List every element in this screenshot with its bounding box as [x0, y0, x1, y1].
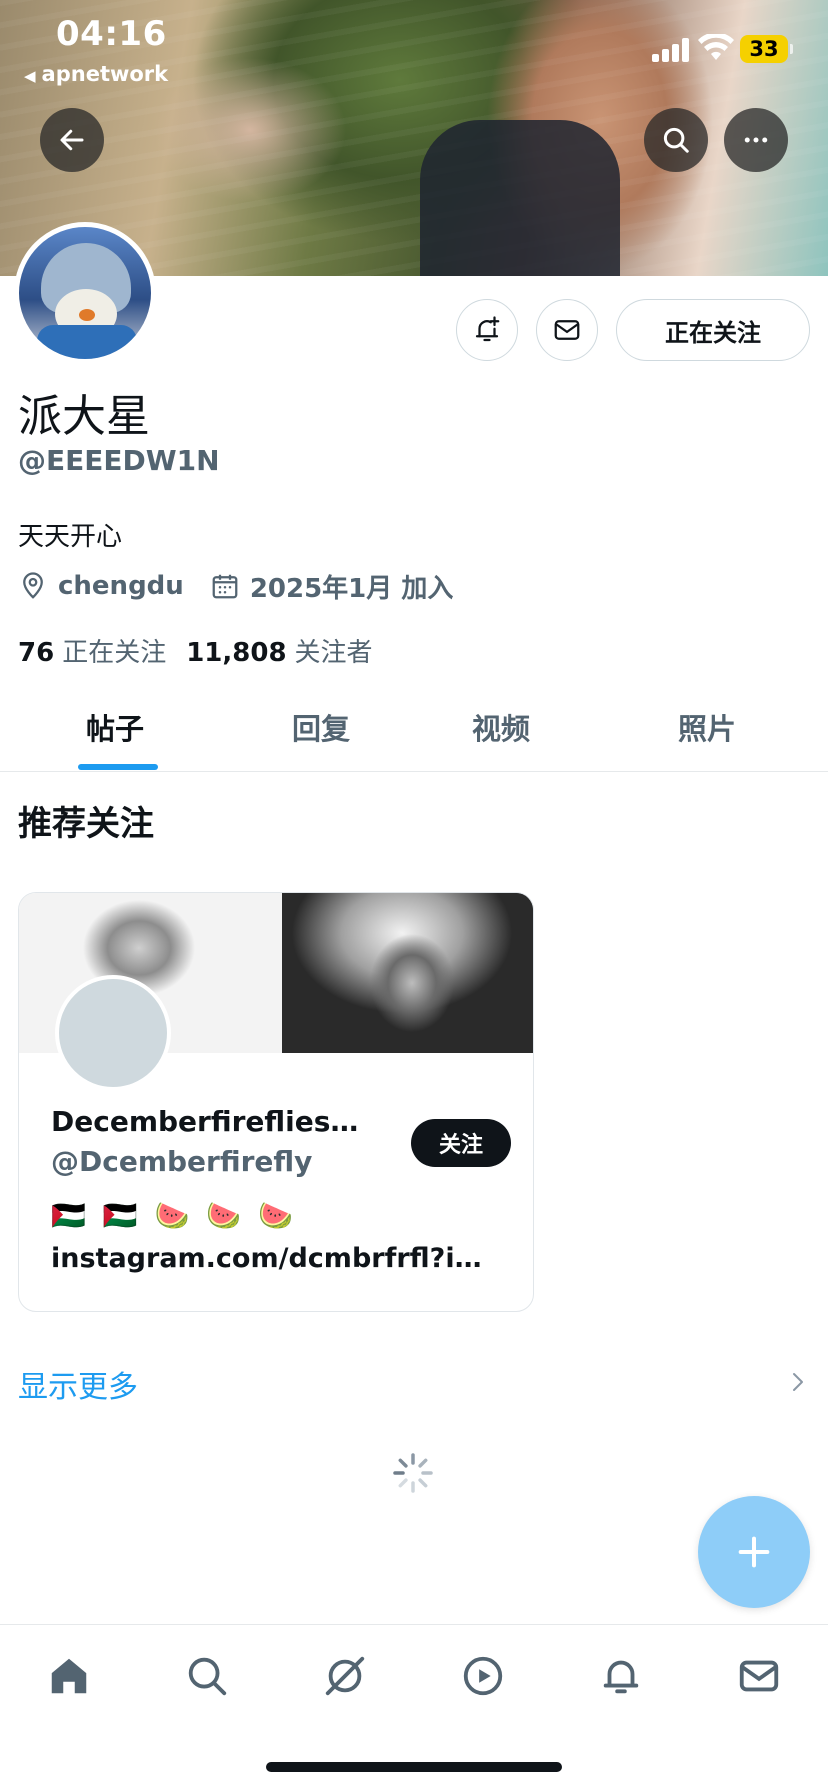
banner-shadow	[420, 120, 620, 276]
wifi-icon	[698, 34, 734, 60]
following-count: 76	[18, 638, 55, 668]
follow-stats: 76 正在关注 11,808 关注者	[18, 632, 393, 669]
arrow-left-icon	[60, 129, 84, 151]
recommend-title: 推荐关注	[18, 804, 154, 844]
back-app-label: apnetwork	[41, 62, 169, 86]
mail-icon	[554, 320, 580, 340]
battery-indicator: 33	[740, 35, 793, 63]
compose-button[interactable]	[698, 1496, 810, 1608]
profile-meta: chengdu 2025年1月 加入	[18, 568, 479, 604]
location-item: chengdu	[18, 571, 184, 601]
followers-stat[interactable]: 11,808 关注者	[186, 632, 372, 669]
suggestion-emoji: 🇵🇸 🇵🇸 🍉 🍉 🍉	[51, 1199, 297, 1232]
suggestion-follow-button[interactable]: 关注	[411, 1119, 511, 1167]
search-icon[interactable]	[184, 1653, 230, 1699]
following-label: 正在关注	[62, 638, 167, 668]
more-button[interactable]	[724, 108, 788, 172]
location-pin-icon	[23, 572, 43, 599]
loading-spinner-icon	[393, 1453, 433, 1493]
followers-count: 11,808	[186, 638, 287, 668]
back-triangle-icon: ◀	[24, 67, 36, 85]
following-stat[interactable]: 76 正在关注	[18, 632, 166, 669]
joined-item: 2025年1月 加入	[210, 568, 454, 605]
profile-tabs: 帖子 回复 视频 照片	[0, 692, 828, 772]
followers-label: 关注者	[294, 638, 373, 668]
suggestion-handle: @Dcemberfirefly	[51, 1145, 313, 1178]
tab-replies[interactable]: 回复	[292, 706, 350, 748]
back-button[interactable]	[40, 108, 104, 172]
avatar-scarf	[37, 325, 137, 359]
suggestion-card[interactable]: Decemberfireflies… @Dcemberfirefly 关注 🇵🇸…	[18, 892, 534, 1312]
suggestion-avatar[interactable]	[55, 975, 171, 1091]
notifications-icon[interactable]	[598, 1653, 644, 1699]
suggestion-link[interactable]: instagram.com/dcmbrfrfl?i…	[51, 1243, 511, 1274]
profile-bio: 天天开心	[18, 522, 123, 552]
grok-icon[interactable]	[322, 1653, 368, 1699]
bottom-nav	[0, 1624, 828, 1724]
show-more-link[interactable]: 显示更多	[18, 1362, 138, 1406]
active-tab-indicator	[78, 764, 158, 770]
tab-posts[interactable]: 帖子	[86, 706, 144, 748]
tab-photos[interactable]: 照片	[678, 706, 736, 748]
home-indicator	[266, 1762, 562, 1772]
home-icon[interactable]	[46, 1653, 92, 1699]
search-icon	[663, 127, 689, 153]
suggestion-name[interactable]: Decemberfireflies…	[51, 1105, 371, 1138]
avatar[interactable]	[14, 222, 156, 364]
location-text: chengdu	[58, 571, 184, 601]
notify-button[interactable]	[456, 299, 518, 361]
chevron-right-icon[interactable]	[786, 1368, 810, 1396]
back-to-app[interactable]: ◀ apnetwork	[24, 62, 168, 86]
tab-videos[interactable]: 视频	[472, 706, 530, 748]
following-button[interactable]: 正在关注	[616, 299, 810, 361]
status-bar: 04:16 ◀ apnetwork 33	[0, 0, 828, 90]
calendar-icon	[212, 574, 238, 599]
messages-icon[interactable]	[736, 1653, 782, 1699]
status-time: 04:16	[56, 14, 167, 54]
signal-icon	[652, 38, 692, 62]
plus-icon	[738, 1536, 770, 1568]
suggestion-banner-right	[282, 893, 533, 1053]
joined-text: 2025年1月 加入	[249, 573, 454, 604]
more-horizontal-icon	[744, 137, 768, 143]
bell-plus-icon	[475, 316, 500, 342]
video-icon[interactable]	[460, 1653, 506, 1699]
profile-name: 派大星	[18, 391, 150, 442]
search-button[interactable]	[644, 108, 708, 172]
profile-handle: @EEEEDW1N	[18, 444, 220, 477]
avatar-beak	[79, 309, 95, 321]
message-button[interactable]	[536, 299, 598, 361]
